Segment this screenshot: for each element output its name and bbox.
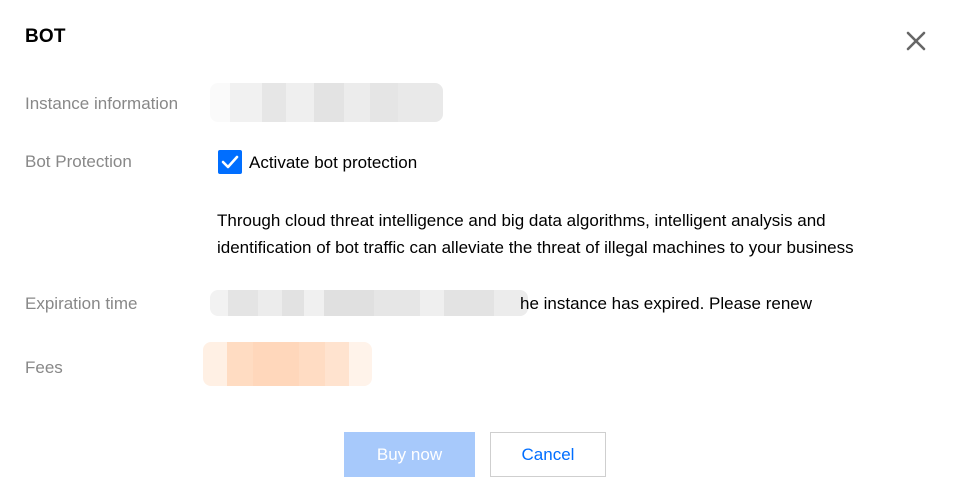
description-line-1: Through cloud threat intelligence and bi… [217,211,826,230]
cancel-button[interactable]: Cancel [490,432,606,477]
bot-protection-description: Through cloud threat intelligence and bi… [217,207,917,261]
checkmark-icon [221,155,239,169]
fees-label: Fees [25,358,63,377]
fees-value-redacted [203,342,372,386]
activate-bot-protection-label[interactable]: Activate bot protection [249,153,417,173]
bot-dialog: BOT Instance information Bot Protection … [0,0,959,485]
close-button[interactable] [902,27,930,55]
close-icon [906,31,926,51]
activate-bot-protection-checkbox[interactable] [218,150,242,174]
expiration-note: he instance has expired. Please renew [520,294,813,313]
description-line-2: identification of bot traffic can allevi… [217,238,854,257]
dialog-title: BOT [25,26,66,47]
buy-now-button[interactable]: Buy now [344,432,475,477]
bot-protection-label: Bot Protection [25,152,132,171]
instance-value-redacted [210,83,443,122]
instance-information-label: Instance information [25,94,179,113]
expiration-value-redacted [210,290,528,316]
expiration-time-label: Expiration time [25,294,138,313]
